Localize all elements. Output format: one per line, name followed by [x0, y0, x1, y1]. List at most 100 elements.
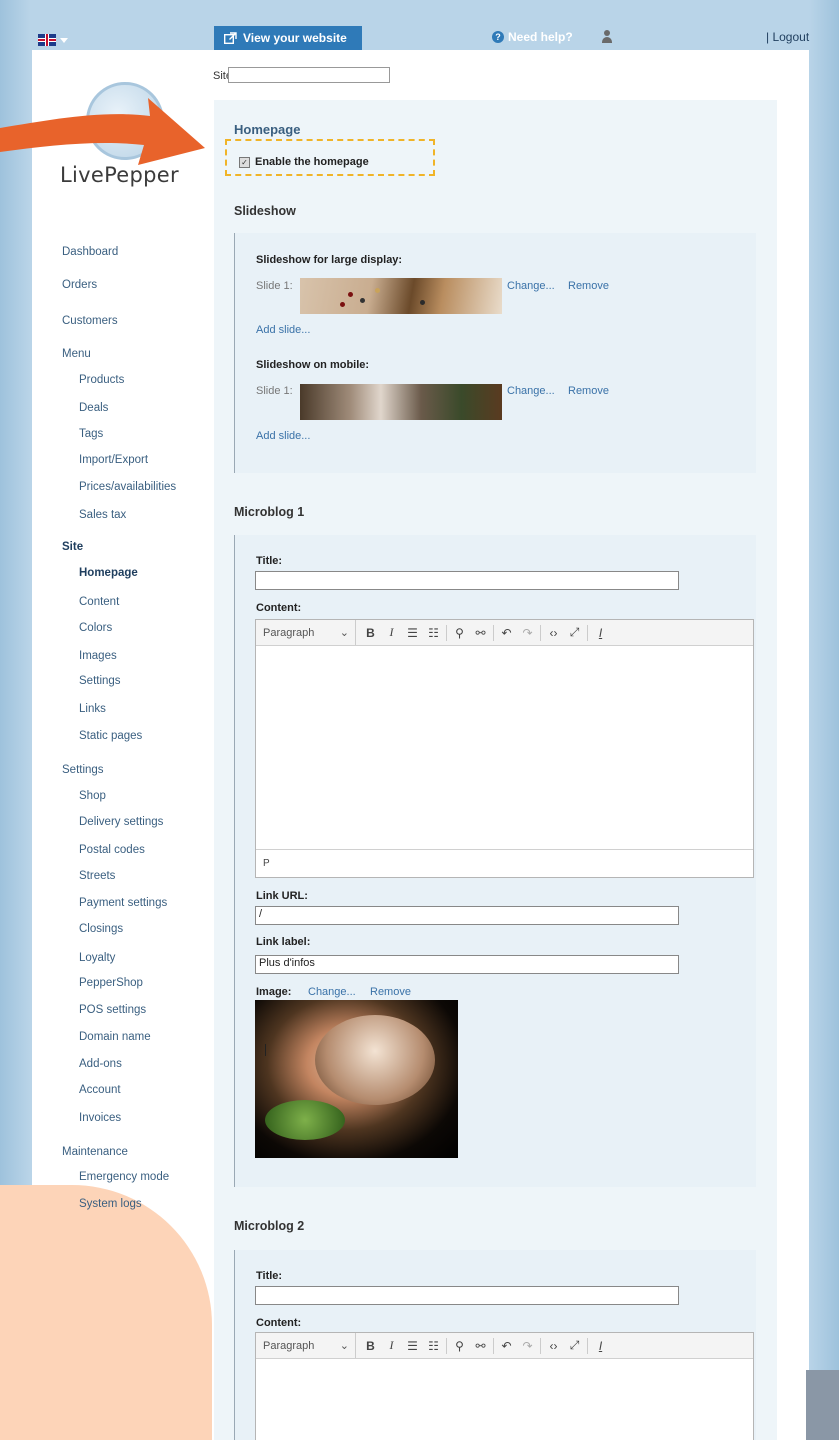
sidebar-item-account[interactable]: Account	[79, 1084, 121, 1096]
sidebar-item-links[interactable]: Links	[79, 703, 106, 715]
slide-large-1-remove-link[interactable]: Remove	[568, 280, 609, 292]
microblog2-title-input[interactable]	[255, 1286, 679, 1305]
italic-button[interactable]: I	[381, 625, 402, 640]
format-dropdown-label: Paragraph	[263, 1339, 315, 1352]
slideshow-large-add-slide-link[interactable]: Add slide...	[256, 324, 310, 336]
undo-icon[interactable]: ↶	[496, 626, 517, 640]
sidebar-item-deals[interactable]: Deals	[79, 402, 108, 414]
sidebar-item-peppershop[interactable]: PepperShop	[79, 977, 143, 989]
slide-mobile-1-change-link[interactable]: Change...	[507, 385, 555, 397]
sidebar-item-delivery-settings[interactable]: Delivery settings	[79, 816, 163, 828]
sidebar-item-shop[interactable]: Shop	[79, 790, 106, 802]
user-icon[interactable]	[601, 30, 613, 44]
bold-button[interactable]: B	[360, 1339, 381, 1353]
uk-flag-icon	[38, 34, 56, 46]
toolbar-divider	[493, 1337, 494, 1354]
unlink-icon[interactable]: ⚯	[470, 1339, 491, 1353]
sidebar-item-import-export[interactable]: Import/Export	[79, 454, 148, 466]
microblog1-title-label: Title:	[256, 555, 283, 567]
sidebar-item-tags[interactable]: Tags	[79, 428, 103, 440]
sidebar-item-prices-availabilities[interactable]: Prices/availabilities	[79, 481, 176, 493]
need-help-link[interactable]: ? Need help?	[492, 30, 573, 44]
bullet-list-icon[interactable]: ☷	[423, 626, 444, 640]
sidebar-item-dashboard[interactable]: Dashboard	[62, 246, 118, 258]
microblog1-link-label-label: Link label:	[256, 936, 311, 948]
sidebar-item-add-ons[interactable]: Add-ons	[79, 1058, 122, 1070]
sidebar-item-products[interactable]: Products	[79, 374, 124, 386]
fullscreen-icon[interactable]: ⤢	[564, 1338, 585, 1353]
sidebar-item-closings[interactable]: Closings	[79, 923, 123, 935]
source-code-icon[interactable]: ‹›	[543, 1339, 564, 1353]
top-bar: View your website ? Need help? | Logout	[0, 0, 839, 50]
bullet-list-icon[interactable]: ☷	[423, 1339, 444, 1353]
redo-icon[interactable]: ↷	[517, 1339, 538, 1353]
toolbar-divider	[587, 624, 588, 641]
sidebar-item-settings[interactable]: Settings	[62, 764, 104, 776]
site-input[interactable]	[228, 67, 390, 83]
sidebar-item-emergency-mode[interactable]: Emergency mode	[79, 1171, 169, 1183]
sidebar-item-homepage[interactable]: Homepage	[79, 567, 138, 579]
sidebar-item-site[interactable]: Site	[62, 541, 83, 553]
link-icon[interactable]: ⚲	[449, 626, 470, 640]
sidebar-item-postal-codes[interactable]: Postal codes	[79, 844, 145, 856]
sidebar-item-static-pages[interactable]: Static pages	[79, 730, 142, 742]
slideshow-mobile-add-slide-link[interactable]: Add slide...	[256, 430, 310, 442]
clear-format-icon[interactable]: I	[590, 626, 611, 640]
language-selector[interactable]	[38, 34, 68, 46]
microblog2-editor[interactable]: Paragraph ⌄ B I ☰ ☷ ⚲ ⚯ ↶ ↷ ‹› ⤢ I	[255, 1332, 754, 1440]
bold-button[interactable]: B	[360, 626, 381, 640]
microblog1-image-change-link[interactable]: Change...	[308, 986, 356, 998]
ordered-list-icon[interactable]: ☰	[402, 626, 423, 640]
sidebar-item-content[interactable]: Content	[79, 596, 119, 608]
enable-homepage-checkbox[interactable]: ✓	[239, 157, 250, 168]
sidebar-item-customers[interactable]: Customers	[62, 315, 118, 327]
microblog1-link-url-input[interactable]: /	[255, 906, 679, 925]
undo-icon[interactable]: ↶	[496, 1339, 517, 1353]
toolbar-divider	[540, 1337, 541, 1354]
text-cursor	[265, 1044, 266, 1056]
sidebar-item-payment-settings[interactable]: Payment settings	[79, 897, 167, 909]
clear-format-icon[interactable]: I	[590, 1339, 611, 1353]
source-code-icon[interactable]: ‹›	[543, 626, 564, 640]
sidebar-item-sales-tax[interactable]: Sales tax	[79, 509, 126, 521]
slide-large-1-change-link[interactable]: Change...	[507, 280, 555, 292]
question-icon: ?	[492, 31, 504, 43]
ordered-list-icon[interactable]: ☰	[402, 1339, 423, 1353]
italic-button[interactable]: I	[381, 1338, 402, 1353]
format-dropdown[interactable]: Paragraph ⌄	[256, 620, 356, 645]
view-website-button[interactable]: View your website	[214, 26, 362, 50]
microblog1-link-label-input[interactable]: Plus d'infos	[255, 955, 679, 974]
view-website-label: View your website	[243, 31, 347, 45]
fullscreen-icon[interactable]: ⤢	[564, 625, 585, 640]
page-title: Homepage	[234, 122, 301, 137]
toolbar-divider	[446, 1337, 447, 1354]
microblog1-image-remove-link[interactable]: Remove	[370, 986, 411, 998]
sidebar-item-invoices[interactable]: Invoices	[79, 1112, 121, 1124]
toolbar-divider	[587, 1337, 588, 1354]
sidebar-item-site-settings[interactable]: Settings	[79, 675, 121, 687]
link-icon[interactable]: ⚲	[449, 1339, 470, 1353]
sidebar-item-maintenance[interactable]: Maintenance	[62, 1146, 128, 1158]
sidebar-item-colors[interactable]: Colors	[79, 622, 112, 634]
microblog1-content-label: Content:	[256, 602, 302, 614]
editor-statusbar: P	[256, 849, 753, 877]
microblog1-title-input[interactable]	[255, 571, 679, 590]
redo-icon[interactable]: ↷	[517, 626, 538, 640]
slide-mobile-1-remove-link[interactable]: Remove	[568, 385, 609, 397]
microblog1-editor[interactable]: Paragraph ⌄ B I ☰ ☷ ⚲ ⚯ ↶ ↷ ‹› ⤢ I P	[255, 619, 754, 878]
unlink-icon[interactable]: ⚯	[470, 626, 491, 640]
chevron-down-icon: ⌄	[339, 627, 349, 639]
sidebar-item-domain-name[interactable]: Domain name	[79, 1031, 151, 1043]
chevron-down-icon	[60, 37, 68, 43]
sidebar-item-loyalty[interactable]: Loyalty	[79, 952, 115, 964]
sidebar-item-streets[interactable]: Streets	[79, 870, 115, 882]
sidebar-item-orders[interactable]: Orders	[62, 279, 97, 291]
microblog1-link-url-label: Link URL:	[256, 890, 308, 902]
format-dropdown[interactable]: Paragraph ⌄	[256, 1333, 356, 1358]
logout-link[interactable]: | Logout	[766, 30, 809, 44]
sidebar-item-images[interactable]: Images	[79, 650, 117, 662]
sidebar-item-pos-settings[interactable]: POS settings	[79, 1004, 146, 1016]
sidebar-item-system-logs[interactable]: System logs	[79, 1198, 142, 1210]
external-link-icon	[224, 32, 237, 44]
sidebar-item-menu[interactable]: Menu	[62, 348, 91, 360]
